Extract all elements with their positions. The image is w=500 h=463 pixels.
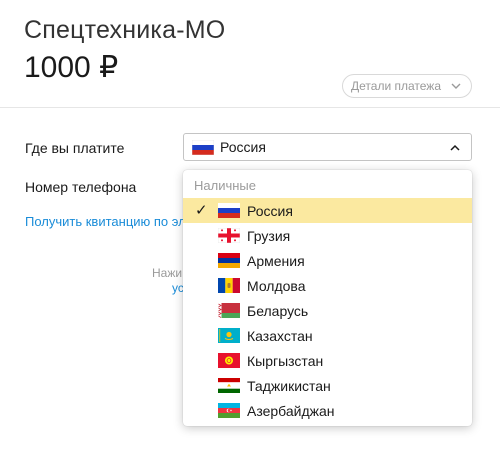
country-option-georgia[interactable]: Грузия: [183, 223, 472, 248]
kazakhstan-flag-icon: [218, 328, 240, 343]
chevron-up-icon: [449, 141, 461, 153]
country-option-label: Грузия: [247, 227, 291, 244]
country-select-value: Россия: [220, 139, 266, 155]
country-option-label: Армения: [247, 252, 305, 269]
footer-note: Нажи: [152, 266, 183, 280]
country-option-label: Кыргызстан: [247, 352, 324, 369]
country-option-russia[interactable]: ✓ Россия: [183, 198, 472, 223]
receipt-email-link[interactable]: Получить квитанцию по эл: [25, 214, 185, 229]
merchant-name: Спецтехника-МО: [24, 16, 226, 44]
chevron-down-icon: [449, 79, 463, 93]
phone-label: Номер телефона: [25, 179, 137, 195]
country-option-label: Таджикистан: [247, 377, 331, 394]
header-divider: [0, 107, 500, 108]
country-option-label: Молдова: [247, 277, 306, 294]
azerbaijan-flag-icon: [218, 403, 240, 418]
country-option-moldova[interactable]: Молдова: [183, 273, 472, 298]
kyrgyzstan-flag-icon: [218, 353, 240, 368]
checkmark-icon: ✓: [195, 202, 208, 219]
russia-flag-icon: [192, 139, 214, 155]
country-option-armenia[interactable]: Армения: [183, 248, 472, 273]
russia-flag-icon: [218, 203, 240, 218]
dropdown-group-label: Наличные: [194, 178, 256, 193]
moldova-flag-icon: [218, 278, 240, 293]
country-option-belarus[interactable]: Беларусь: [183, 298, 472, 323]
tajikistan-flag-icon: [218, 378, 240, 393]
country-option-azerbaijan[interactable]: Азербайджан: [183, 398, 472, 423]
country-option-tajikistan[interactable]: Таджикистан: [183, 373, 472, 398]
country-option-label: Россия: [247, 202, 293, 219]
country-option-label: Беларусь: [247, 302, 309, 319]
country-option-kazakhstan[interactable]: Казахстан: [183, 323, 472, 348]
payment-amount: 1000 ₽: [24, 51, 119, 84]
country-option-label: Казахстан: [247, 327, 313, 344]
armenia-flag-icon: [218, 253, 240, 268]
country-dropdown: Наличные ✓ Россия Грузия Армения Молдова: [183, 170, 472, 426]
country-label: Где вы платите: [25, 140, 125, 156]
payment-details-label: Детали платежа: [351, 79, 441, 93]
country-select[interactable]: Россия: [183, 133, 472, 161]
georgia-flag-icon: [218, 228, 240, 243]
country-option-kyrgyzstan[interactable]: Кыргызстан: [183, 348, 472, 373]
belarus-flag-icon: [218, 303, 240, 318]
payment-details-button[interactable]: Детали платежа: [342, 74, 472, 98]
country-option-label: Азербайджан: [247, 402, 335, 419]
